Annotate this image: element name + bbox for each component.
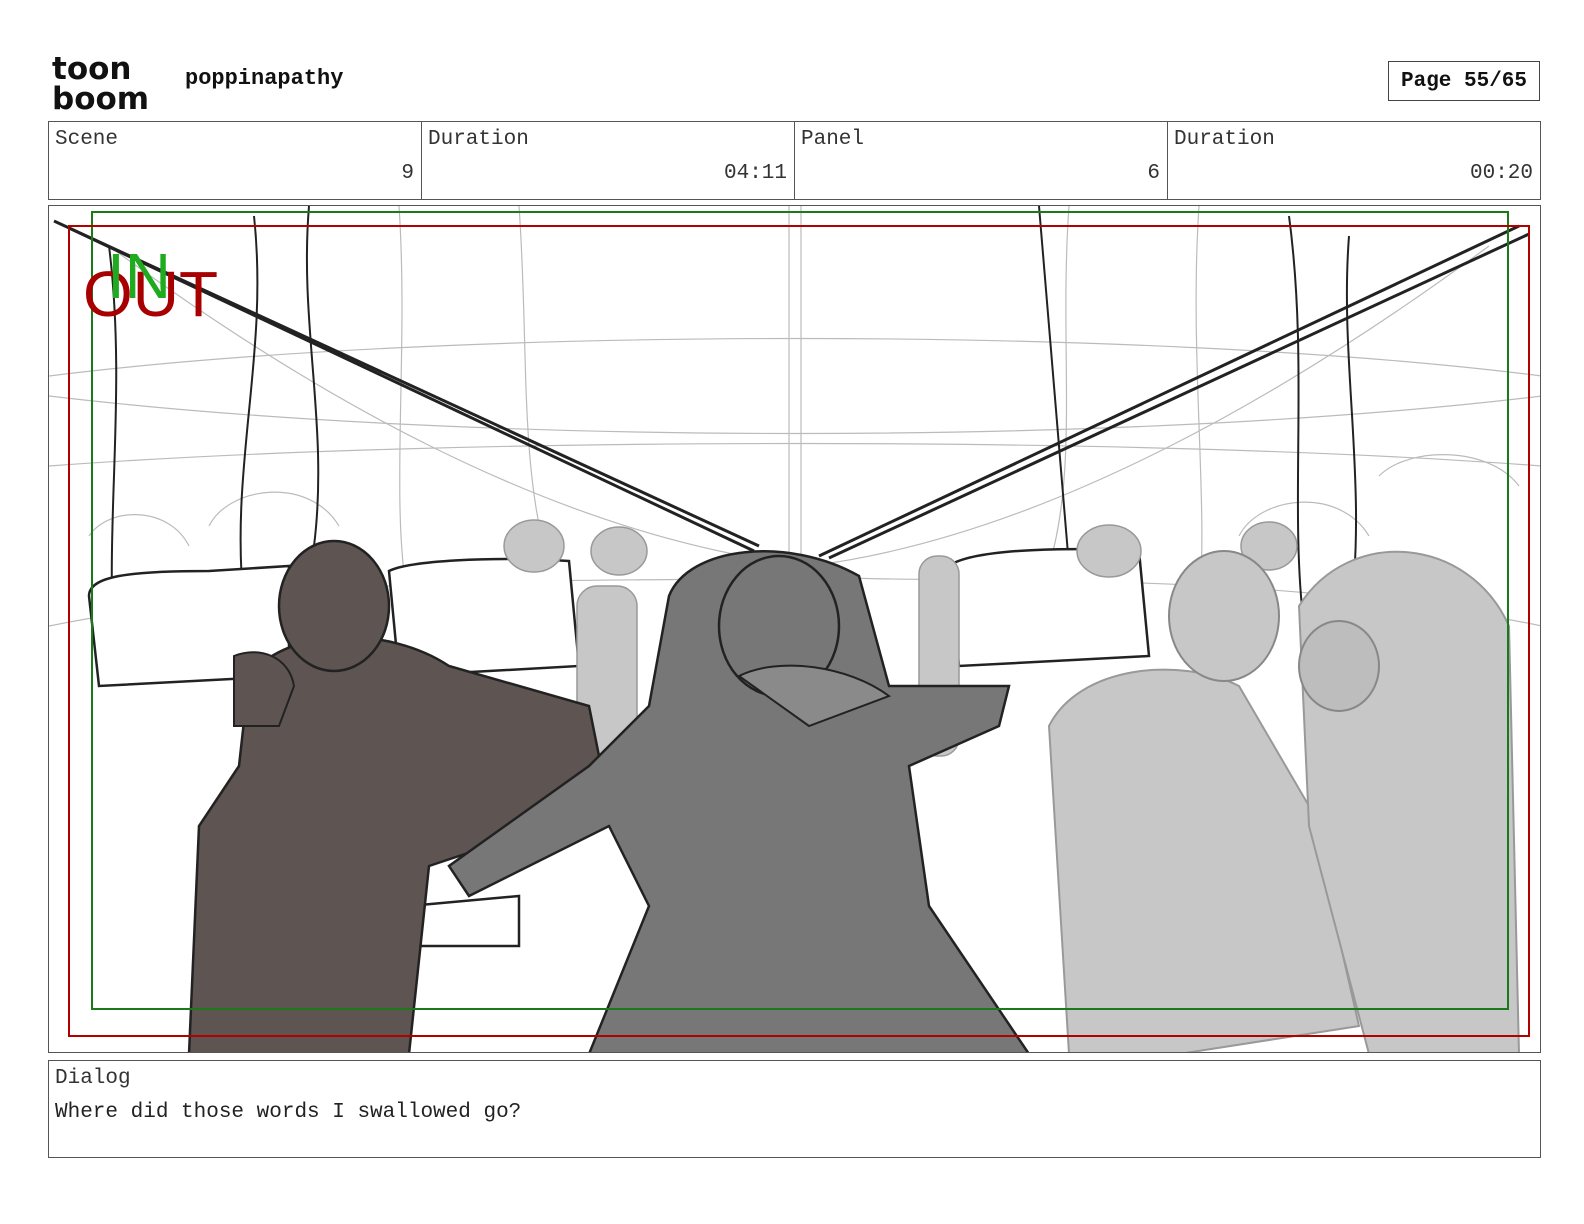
- storyboard-panel: OUT IN: [48, 205, 1541, 1053]
- panel-info-row: Scene 9 Duration 04:11 Panel 6 Duration …: [48, 121, 1541, 200]
- panel-cell: Panel 6: [795, 122, 1168, 199]
- scene-label: Scene: [55, 128, 119, 151]
- dialog-text: Where did those words I swallowed go?: [55, 1101, 522, 1124]
- storyboard-drawing: OUT IN: [49, 206, 1540, 1052]
- dialog-box: Dialog Where did those words I swallowed…: [48, 1060, 1541, 1158]
- ceiling-perspective-lines: [53, 219, 1530, 560]
- logo-text-bottom: boom: [52, 81, 149, 112]
- toon-boom-logo: toon boom: [52, 51, 164, 117]
- panel-duration-value: 00:20: [1469, 162, 1533, 185]
- in-marker: IN: [107, 240, 171, 312]
- panel-duration-cell: Duration 00:20: [1168, 122, 1540, 199]
- dialog-label: Dialog: [55, 1067, 131, 1090]
- scene-cell: Scene 9: [49, 122, 422, 199]
- panel-duration-label: Duration: [1174, 128, 1275, 151]
- scene-duration-cell: Duration 04:11: [422, 122, 795, 199]
- scene-duration-value: 04:11: [723, 162, 787, 185]
- panel-value: 6: [1147, 162, 1160, 185]
- project-name: poppinapathy: [185, 66, 344, 91]
- panel-label: Panel: [801, 128, 865, 151]
- toon-boom-logo-mark: toon boom: [52, 51, 149, 117]
- page-indicator: Page 55/65: [1388, 61, 1540, 101]
- scene-value: 9: [401, 162, 414, 185]
- scene-duration-label: Duration: [428, 128, 529, 151]
